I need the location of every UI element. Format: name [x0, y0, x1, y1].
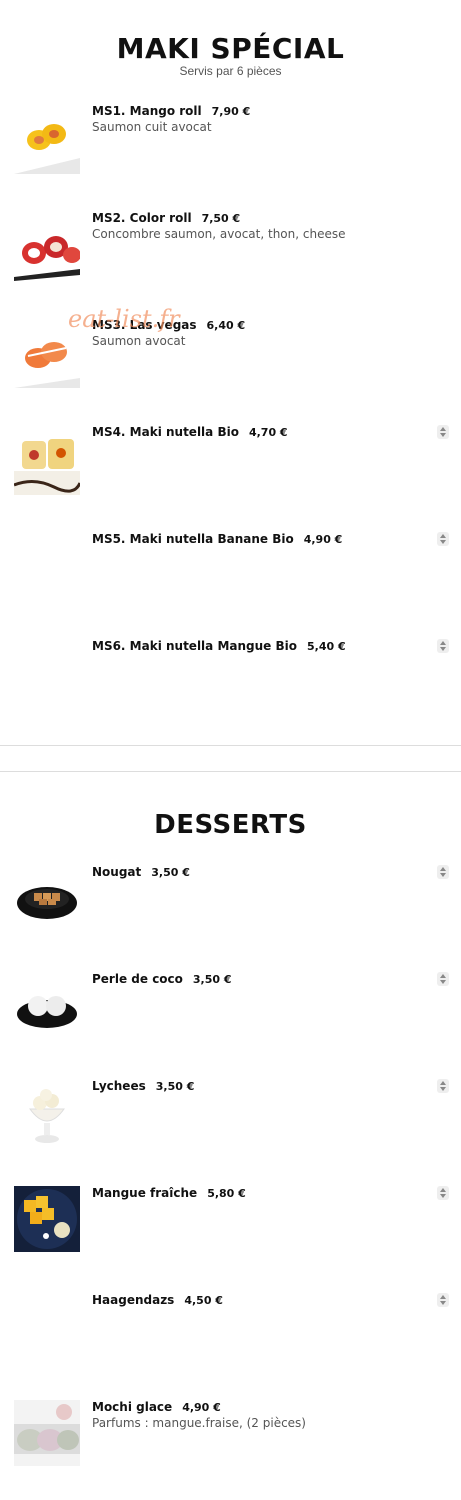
- menu-item[interactable]: Nougat 3,50 €: [0, 865, 461, 965]
- item-name: MS1. Mango roll: [92, 104, 202, 118]
- mochi-photo: [14, 1400, 80, 1466]
- menu-item[interactable]: MS5. Maki nutella Banane Bio 4,90 €: [0, 532, 461, 632]
- lychees-photo: [29, 1089, 65, 1143]
- item-price: 5,40 €: [306, 640, 346, 653]
- mango-roll-photo: [14, 124, 80, 174]
- menu-item[interactable]: MS3. Las vegas 6,40 € Saumon avocat: [0, 318, 461, 418]
- menu-item[interactable]: Mochi glace 4,90 € Parfums : mangue.frais…: [0, 1400, 461, 1500]
- item-name: Mochi glace: [92, 1400, 173, 1414]
- menu-item[interactable]: MS1. Mango roll 7,90 € Saumon cuit avocat: [0, 104, 461, 204]
- item-price: 3,50 €: [192, 973, 232, 986]
- nougat-photo: [17, 887, 77, 919]
- item-name: MS6. Maki nutella Mangue Bio: [92, 639, 297, 653]
- maki-section-title: MAKI SPÉCIAL: [116, 32, 345, 65]
- item-name: Haagendazs: [92, 1293, 175, 1307]
- item-price: 4,50 €: [184, 1294, 223, 1307]
- item-description: Saumon cuit avocat: [92, 120, 212, 134]
- item-price: 3,50 €: [155, 1080, 195, 1093]
- menu-item[interactable]: MS6. Maki nutella Mangue Bio 5,40 €: [0, 639, 461, 739]
- item-price: 3,50 €: [151, 866, 190, 879]
- quantity-stepper[interactable]: [437, 1079, 449, 1093]
- quantity-stepper[interactable]: [437, 532, 449, 546]
- menu-item[interactable]: Perle de coco 3,50 €: [0, 972, 461, 1072]
- item-price: 5,80 €: [207, 1187, 246, 1200]
- item-name: Lychees: [92, 1079, 146, 1093]
- menu-item[interactable]: Mangue fraîche 5,80 €: [0, 1186, 461, 1286]
- item-price: 7,50 €: [201, 212, 241, 225]
- menu-item[interactable]: MS4. Maki nutella Bio 4,70 €: [0, 425, 461, 525]
- mangue-photo: [14, 1186, 80, 1252]
- section-divider: [0, 745, 461, 746]
- watermark: eat-list.fr: [68, 305, 180, 333]
- quantity-stepper[interactable]: [437, 425, 449, 439]
- item-name: MS4. Maki nutella Bio: [92, 425, 239, 439]
- menu-item[interactable]: MS2. Color roll 7,50 € Concombre saumon, …: [0, 211, 461, 311]
- color-roll-photo: [14, 236, 80, 281]
- item-price: 4,90 €: [182, 1401, 221, 1414]
- maki-nutella-photo: [14, 439, 80, 495]
- quantity-stepper[interactable]: [437, 865, 449, 879]
- item-price: 6,40 €: [206, 319, 246, 332]
- item-description: Parfums : mangue.fraise, (2 pièces): [92, 1416, 306, 1430]
- item-name: Nougat: [92, 865, 142, 879]
- item-name: Mangue fraîche: [92, 1186, 198, 1200]
- quantity-stepper[interactable]: [437, 1293, 449, 1307]
- maki-section-subtitle: Servis par 6 pièces: [179, 64, 282, 78]
- item-name: MS2. Color roll: [92, 211, 192, 225]
- item-name: MS5. Maki nutella Banane Bio: [92, 532, 294, 546]
- quantity-stepper[interactable]: [437, 972, 449, 986]
- menu-item[interactable]: Haagendazs 4,50 €: [0, 1293, 461, 1393]
- menu-item[interactable]: Lychees 3,50 €: [0, 1079, 461, 1179]
- item-description: Concombre saumon, avocat, thon, cheese: [92, 227, 346, 241]
- item-description: Saumon avocat: [92, 334, 186, 348]
- perle-de-coco-photo: [17, 996, 77, 1028]
- item-name: Perle de coco: [92, 972, 183, 986]
- section-divider: [0, 771, 461, 772]
- desserts-section-title: DESSERTS: [154, 810, 307, 840]
- item-price: 4,70 €: [248, 426, 288, 439]
- quantity-stepper[interactable]: [437, 1186, 449, 1200]
- item-price: 4,90 €: [303, 533, 343, 546]
- quantity-stepper[interactable]: [437, 639, 449, 653]
- item-price: 7,90 €: [211, 105, 251, 118]
